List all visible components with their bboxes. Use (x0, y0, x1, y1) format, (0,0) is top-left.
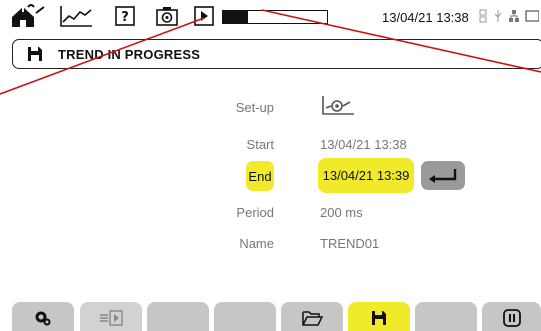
page-title: TREND IN PROGRESS (58, 47, 201, 62)
recording-progress-bar (222, 10, 328, 24)
camera-icon[interactable] (153, 4, 181, 28)
save-tab[interactable] (348, 302, 410, 331)
network-icon (479, 9, 487, 23)
enter-button[interactable] (421, 161, 465, 190)
end-value-field[interactable]: 13/04/21 13:39 (318, 158, 414, 193)
enter-icon (429, 168, 457, 183)
empty-tab-4[interactable] (214, 302, 276, 331)
battery-icon (525, 10, 539, 22)
settings-tab[interactable] (12, 302, 74, 331)
settings-icon (35, 311, 51, 325)
status-icons (478, 9, 539, 23)
play-icon[interactable] (192, 4, 216, 28)
svg-text:?: ? (121, 10, 129, 25)
page-title-bar: TREND IN PROGRESS (12, 39, 541, 69)
export-tab[interactable] (80, 302, 142, 331)
export-icon (100, 309, 123, 326)
status-datetime: 13/04/21 13:38 (382, 10, 469, 25)
progress-fill (223, 11, 248, 23)
status-bar: ? 13/04/21 13:38 (0, 0, 541, 32)
end-value: 13/04/21 13:39 (322, 168, 410, 183)
usb-icon (494, 10, 502, 22)
save-icon (27, 46, 43, 67)
empty-tab-7[interactable] (415, 302, 477, 331)
save-icon (372, 310, 386, 325)
end-label: End (246, 161, 274, 191)
empty-tab-3[interactable] (147, 302, 209, 331)
setup-label: Set-up (235, 100, 274, 115)
folder-icon (302, 310, 323, 326)
open-folder-tab[interactable] (281, 302, 343, 331)
ethernet-icon (509, 10, 519, 22)
bottom-tab-bar (0, 300, 541, 331)
end-label-text: End (248, 168, 272, 184)
help-icon[interactable]: ? (112, 4, 138, 28)
start-label: Start (246, 137, 274, 152)
name-value: TREND01 (320, 236, 380, 251)
period-label: Period (236, 205, 274, 220)
trend-graph-icon[interactable] (56, 4, 96, 28)
start-value: 13/04/21 13:38 (320, 137, 407, 152)
trend-setup-icon[interactable] (320, 94, 356, 121)
pause-tab[interactable] (482, 302, 541, 331)
period-value: 200 ms (320, 205, 363, 220)
pause-icon (502, 308, 521, 327)
home-wave-icon[interactable] (6, 4, 50, 28)
name-label: Name (239, 236, 274, 251)
